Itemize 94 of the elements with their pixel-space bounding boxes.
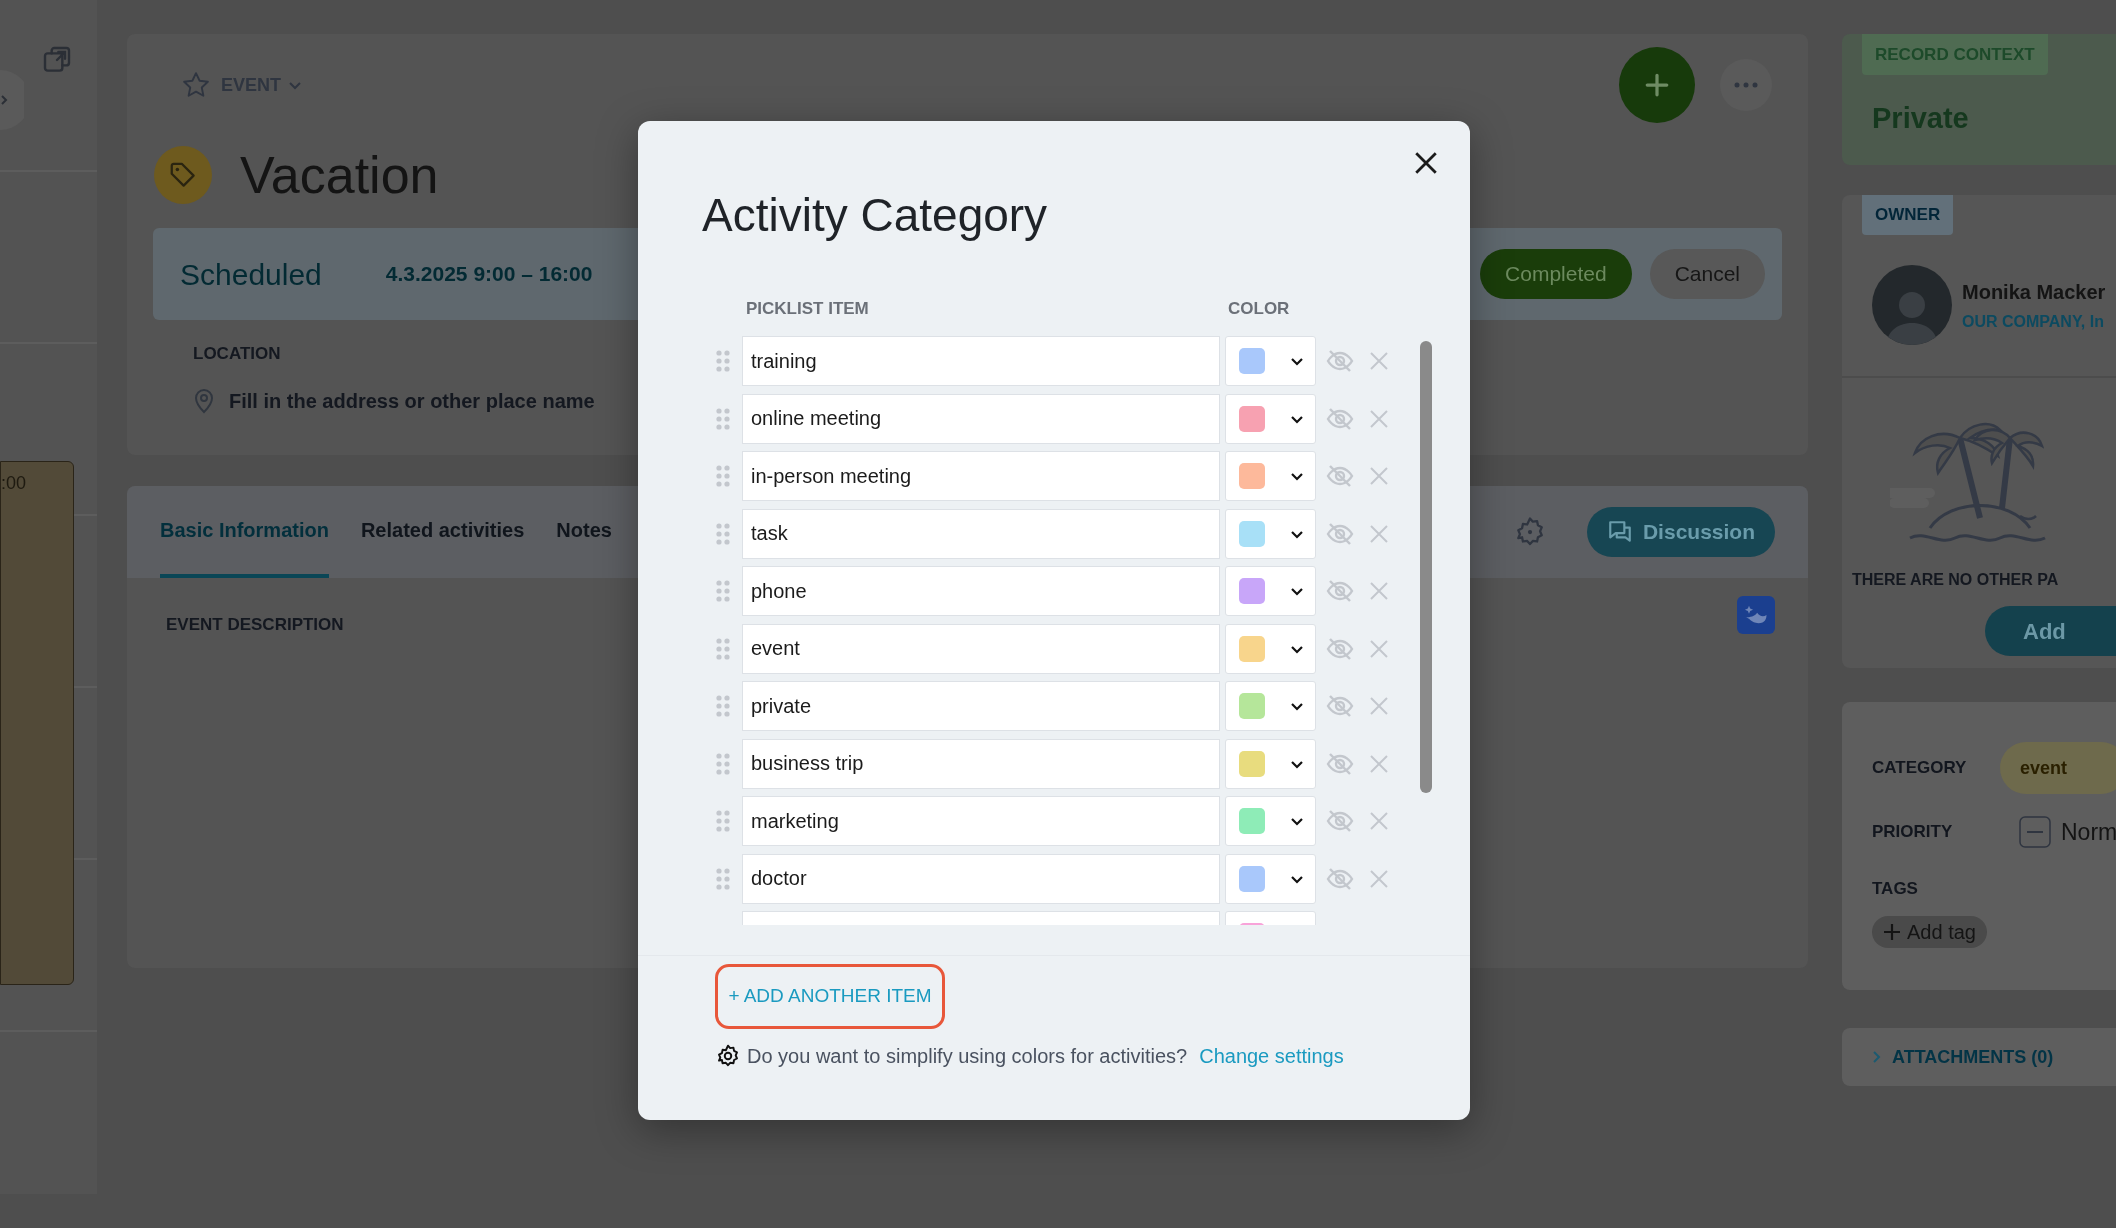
arrow-icon[interactable] bbox=[0, 70, 24, 130]
close-icon bbox=[1413, 150, 1439, 176]
close-icon bbox=[1369, 868, 1389, 889]
color-dropdown[interactable] bbox=[1225, 681, 1316, 731]
close-icon bbox=[1369, 581, 1389, 601]
change-settings-link[interactable]: Change settings bbox=[1199, 1041, 1344, 1071]
eye-slash-icon bbox=[1326, 579, 1354, 603]
field-label: PRIORITY bbox=[1872, 821, 1954, 844]
eye-slash-icon bbox=[1326, 349, 1354, 373]
record-title: Vacation bbox=[240, 145, 439, 205]
item-name-field[interactable]: private bbox=[742, 681, 1220, 731]
color-dropdown[interactable] bbox=[1225, 738, 1316, 789]
category-tag: event bbox=[2000, 742, 2116, 794]
tab[interactable]: Basic Information bbox=[160, 486, 329, 578]
field-label: TAGS bbox=[1872, 878, 1918, 900]
item-name-field[interactable]: business trip bbox=[742, 738, 1220, 789]
eye-slash-icon bbox=[1326, 866, 1354, 891]
record-context-value: Private bbox=[1872, 101, 1970, 136]
cancel-button[interactable]: Cancel bbox=[1649, 249, 1765, 299]
eye-slash-icon bbox=[1326, 521, 1354, 546]
item-name-field[interactable]: training bbox=[742, 336, 1220, 386]
attachments-section[interactable]: ATTACHMENTS (0) bbox=[1842, 1028, 2116, 1086]
drag-handle-icon[interactable] bbox=[716, 810, 730, 832]
status-label: Scheduled bbox=[180, 256, 322, 293]
item-name-field[interactable]: online meeting bbox=[742, 393, 1220, 444]
color-dropdown[interactable] bbox=[1225, 451, 1316, 501]
column-header: COLOR bbox=[1228, 298, 1290, 321]
plus-icon bbox=[1883, 922, 1901, 941]
empty-state-text: THERE ARE NO OTHER PA bbox=[1852, 570, 2060, 590]
drag-handle-icon[interactable] bbox=[716, 407, 730, 430]
complete-button[interactable]: Completed bbox=[1480, 249, 1632, 299]
discussion-button[interactable]: Discussion bbox=[1586, 507, 1775, 557]
drag-handle-icon[interactable] bbox=[716, 522, 730, 545]
drag-handle-icon[interactable] bbox=[716, 695, 730, 717]
close-icon bbox=[1369, 638, 1389, 659]
close-icon bbox=[1369, 466, 1389, 486]
color-dropdown[interactable] bbox=[1225, 796, 1316, 846]
close-icon bbox=[1369, 753, 1389, 774]
owner-company: OUR COMPANY, In bbox=[1962, 311, 2105, 332]
priority-value: Norm bbox=[2061, 817, 2116, 847]
tab[interactable]: Related activities bbox=[360, 486, 525, 578]
eye-slash-icon bbox=[1326, 751, 1354, 776]
color-dropdown[interactable] bbox=[1225, 566, 1316, 616]
add-participant-button[interactable]: Add bbox=[1985, 606, 2116, 656]
field-label: CATEGORY bbox=[1872, 757, 1968, 780]
eye-slash-icon bbox=[1326, 809, 1354, 833]
item-name-field[interactable]: phone bbox=[742, 566, 1220, 616]
item-name-field[interactable]: event bbox=[742, 623, 1220, 674]
drag-handle-icon[interactable] bbox=[716, 465, 730, 487]
item-name-field[interactable]: in-person meeting bbox=[742, 451, 1220, 501]
location-pin-icon bbox=[193, 388, 215, 414]
star-icon[interactable] bbox=[181, 70, 211, 100]
owner-badge: OWNER bbox=[1862, 195, 1954, 235]
eye-slash-icon bbox=[1326, 636, 1354, 661]
item-name-field[interactable]: task bbox=[742, 508, 1220, 559]
drag-handle-icon[interactable] bbox=[716, 867, 730, 890]
drag-handle-icon[interactable] bbox=[716, 350, 730, 372]
chevron-right-icon bbox=[1872, 1050, 1882, 1064]
chat-bubbles-icon bbox=[1606, 519, 1633, 545]
color-dropdown[interactable] bbox=[1225, 623, 1316, 674]
section-label: EVENT DESCRIPTION bbox=[166, 614, 344, 636]
plus-icon bbox=[1644, 72, 1670, 98]
dialog-title: Activity Category bbox=[702, 188, 1049, 243]
location-label: LOCATION bbox=[193, 344, 281, 364]
add-item-button[interactable]: + ADD ANOTHER ITEM bbox=[715, 964, 945, 1029]
tag-icon bbox=[168, 160, 198, 190]
tab[interactable]: Notes bbox=[556, 486, 612, 578]
settings-icon bbox=[715, 1043, 741, 1069]
close-icon bbox=[1369, 696, 1389, 716]
column-header: PICKLIST ITEM bbox=[746, 298, 870, 321]
drag-handle-icon[interactable] bbox=[716, 637, 730, 660]
eye-slash-icon bbox=[1326, 464, 1354, 488]
color-dropdown[interactable] bbox=[1225, 508, 1316, 559]
close-icon bbox=[1369, 408, 1389, 429]
close-icon bbox=[1369, 811, 1389, 831]
more-icon bbox=[1734, 82, 1758, 88]
color-dropdown[interactable] bbox=[1225, 393, 1316, 444]
color-dropdown[interactable] bbox=[1225, 853, 1316, 904]
owner-name: Monika Macker bbox=[1962, 279, 2106, 305]
close-icon bbox=[1369, 351, 1389, 371]
color-dropdown[interactable] bbox=[1225, 336, 1316, 386]
item-name-field[interactable]: doctor bbox=[742, 853, 1220, 904]
scrollbar[interactable] bbox=[1420, 341, 1432, 793]
eye-slash-icon bbox=[1326, 406, 1354, 431]
location-field[interactable]: Fill in the address or other place name bbox=[229, 386, 619, 416]
assistant-app-icon[interactable] bbox=[1737, 596, 1775, 634]
drag-handle-icon[interactable] bbox=[716, 580, 730, 602]
item-name-field[interactable]: marketing bbox=[742, 796, 1220, 846]
hint-text: Do you want to simplify using colors for activities? bbox=[747, 1044, 1188, 1069]
eye-slash-icon bbox=[1326, 694, 1354, 718]
minus-box-icon bbox=[2019, 816, 2051, 848]
drag-handle-icon[interactable] bbox=[716, 752, 730, 775]
close-icon bbox=[1369, 523, 1389, 544]
date-range: 4.3.2025 9:00 – 16:00 bbox=[385, 261, 593, 288]
